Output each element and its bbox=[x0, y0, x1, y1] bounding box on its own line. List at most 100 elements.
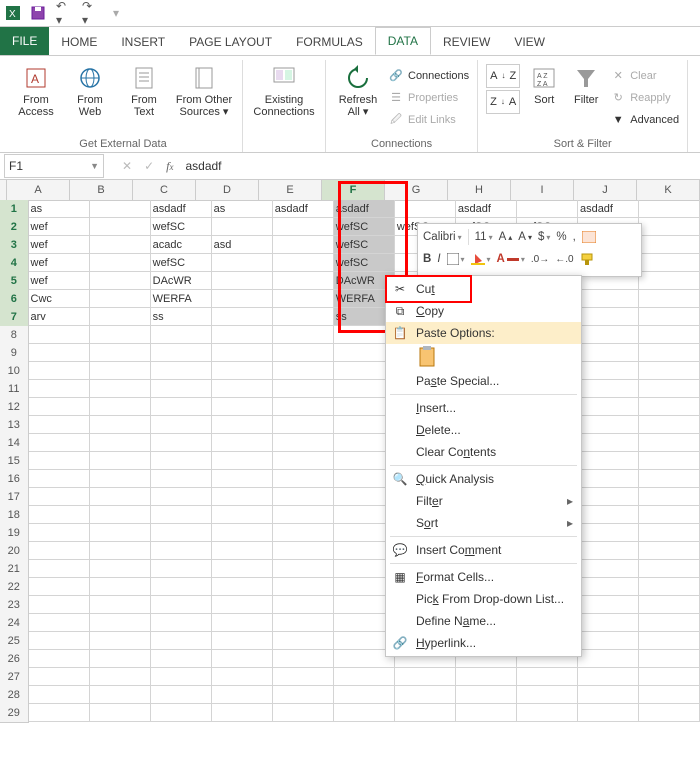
cell[interactable]: as bbox=[29, 200, 90, 218]
cell-styles-icon[interactable] bbox=[582, 231, 596, 243]
column-header-B[interactable]: B bbox=[70, 180, 133, 201]
cell[interactable]: wefSC bbox=[334, 236, 395, 254]
column-header-F[interactable]: F bbox=[322, 180, 385, 201]
cell[interactable] bbox=[29, 416, 90, 434]
cell[interactable] bbox=[578, 632, 639, 650]
cell[interactable] bbox=[639, 218, 700, 236]
font-color-button[interactable]: A▾ bbox=[497, 253, 525, 265]
cell[interactable] bbox=[639, 632, 700, 650]
cell[interactable] bbox=[29, 560, 90, 578]
cell[interactable] bbox=[29, 704, 90, 722]
cell[interactable] bbox=[395, 686, 456, 704]
cell[interactable] bbox=[273, 254, 334, 272]
cell[interactable] bbox=[151, 416, 212, 434]
borders-button[interactable]: ▾ bbox=[447, 253, 465, 265]
tab-view[interactable]: VIEW bbox=[502, 29, 557, 55]
cell[interactable] bbox=[151, 704, 212, 722]
text-to-columns-button[interactable]: Text toColumns bbox=[696, 64, 700, 118]
cell[interactable] bbox=[273, 560, 334, 578]
row-header[interactable]: 24 bbox=[0, 614, 29, 633]
cell[interactable] bbox=[151, 560, 212, 578]
cell[interactable] bbox=[212, 416, 273, 434]
cell[interactable] bbox=[517, 668, 578, 686]
cell[interactable] bbox=[212, 326, 273, 344]
cell[interactable] bbox=[151, 524, 212, 542]
formula-input[interactable]: asdadf bbox=[179, 159, 700, 173]
cell[interactable]: arv bbox=[29, 308, 90, 326]
cell[interactable]: WERFA bbox=[151, 290, 212, 308]
cell[interactable]: Cwc bbox=[29, 290, 90, 308]
cell[interactable] bbox=[90, 398, 151, 416]
cell[interactable] bbox=[517, 704, 578, 722]
tab-home[interactable]: HOME bbox=[49, 29, 109, 55]
ctx-quick-analysis[interactable]: 🔍Quick Analysis bbox=[386, 468, 581, 490]
column-header-K[interactable]: K bbox=[637, 180, 700, 201]
cell[interactable] bbox=[273, 470, 334, 488]
cell[interactable] bbox=[639, 290, 700, 308]
cell[interactable] bbox=[578, 668, 639, 686]
cell[interactable] bbox=[29, 470, 90, 488]
cell[interactable] bbox=[273, 326, 334, 344]
cell[interactable] bbox=[90, 470, 151, 488]
row-header[interactable]: 22 bbox=[0, 578, 29, 597]
cell[interactable] bbox=[151, 380, 212, 398]
cell[interactable] bbox=[273, 524, 334, 542]
cell[interactable] bbox=[212, 650, 273, 668]
from-access-button[interactable]: AFromAccess bbox=[12, 64, 60, 118]
cell[interactable] bbox=[29, 488, 90, 506]
clear-filter-button[interactable]: ✕Clear bbox=[610, 66, 679, 86]
cell[interactable] bbox=[578, 434, 639, 452]
cell[interactable] bbox=[578, 650, 639, 668]
cell[interactable] bbox=[334, 686, 395, 704]
name-box[interactable]: F1▼ bbox=[4, 154, 104, 178]
cell[interactable] bbox=[151, 488, 212, 506]
cell[interactable] bbox=[639, 254, 700, 272]
cell[interactable] bbox=[29, 650, 90, 668]
from-text-button[interactable]: FromText bbox=[120, 64, 168, 118]
cell[interactable] bbox=[90, 416, 151, 434]
row-header[interactable]: 2 bbox=[0, 218, 29, 237]
cell[interactable]: wef bbox=[29, 254, 90, 272]
enter-formula-icon[interactable]: ✓ bbox=[138, 159, 160, 173]
cell[interactable] bbox=[212, 506, 273, 524]
cell[interactable] bbox=[273, 704, 334, 722]
increase-font-icon[interactable]: A▴ bbox=[499, 231, 513, 243]
italic-button[interactable]: I bbox=[437, 253, 440, 265]
cell[interactable] bbox=[273, 596, 334, 614]
ctx-clear-contents[interactable]: Clear Contents bbox=[386, 441, 581, 463]
row-header[interactable]: 3 bbox=[0, 236, 29, 255]
cell[interactable] bbox=[29, 326, 90, 344]
font-size-dropdown[interactable]: 11 ▾ bbox=[475, 231, 493, 243]
increase-decimal-icon[interactable]: .0→ bbox=[531, 254, 549, 265]
cell[interactable] bbox=[212, 308, 273, 326]
cell[interactable] bbox=[273, 632, 334, 650]
customize-qat-button[interactable]: ▾ bbox=[108, 5, 124, 21]
cell[interactable] bbox=[639, 560, 700, 578]
tab-data[interactable]: DATA bbox=[375, 27, 431, 55]
cell[interactable] bbox=[212, 668, 273, 686]
cell[interactable] bbox=[273, 542, 334, 560]
cell[interactable] bbox=[578, 686, 639, 704]
cell[interactable] bbox=[639, 596, 700, 614]
cell[interactable] bbox=[273, 380, 334, 398]
cell[interactable] bbox=[578, 362, 639, 380]
cell[interactable] bbox=[578, 704, 639, 722]
undo-button[interactable]: ↶ ▾ bbox=[56, 5, 72, 21]
font-family-dropdown[interactable]: Calibri ▾ bbox=[423, 231, 462, 243]
cell[interactable] bbox=[456, 704, 517, 722]
cell[interactable]: asdadf bbox=[578, 200, 639, 218]
cell[interactable] bbox=[273, 344, 334, 362]
cell[interactable] bbox=[90, 326, 151, 344]
cell[interactable]: wefSC bbox=[151, 218, 212, 236]
cell[interactable] bbox=[90, 254, 151, 272]
cell[interactable] bbox=[90, 362, 151, 380]
cell[interactable]: acadc bbox=[151, 236, 212, 254]
tab-page-layout[interactable]: PAGE LAYOUT bbox=[177, 29, 284, 55]
cell[interactable] bbox=[29, 344, 90, 362]
ctx-format-cells[interactable]: ▦Format Cells... bbox=[386, 566, 581, 588]
ctx-hyperlink[interactable]: 🔗Hyperlink... bbox=[386, 632, 581, 654]
cancel-formula-icon[interactable]: ✕ bbox=[116, 159, 138, 173]
column-header-G[interactable]: G bbox=[385, 180, 448, 201]
row-header[interactable]: 26 bbox=[0, 650, 29, 669]
cell[interactable]: asd bbox=[212, 236, 273, 254]
